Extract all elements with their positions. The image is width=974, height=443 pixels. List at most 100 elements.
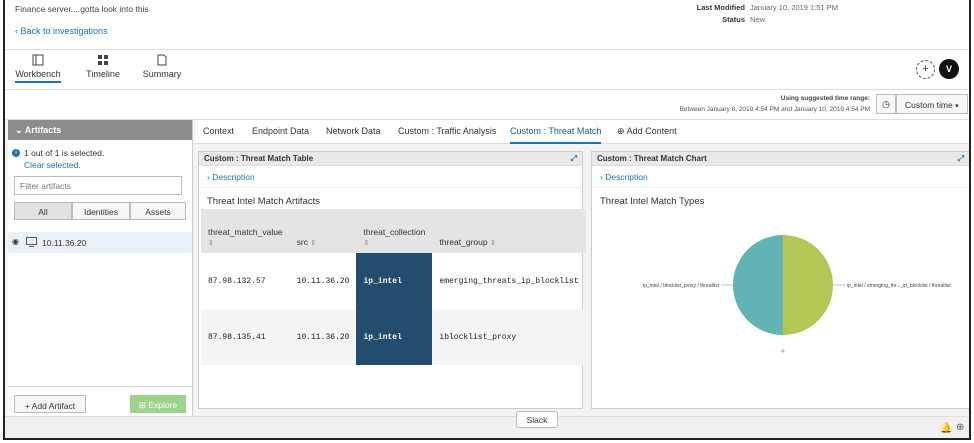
column-header-label: threat_group [439, 237, 488, 247]
pie-slice-label: ip_intel / blocklist_proxy / threatlist [643, 283, 719, 289]
chart-panel-title: Custom : Threat Match Chart ⤢ [592, 152, 969, 166]
sort-icon: ⇕ [489, 240, 496, 247]
filter-artifacts-input[interactable]: Filter artifacts [14, 176, 182, 195]
chevron-left-icon: ‹ [15, 26, 18, 36]
tab-timeline-label: Timeline [86, 69, 120, 79]
table-row[interactable]: 87.98.135.41 10.11.36.20 ip_intel iblock… [201, 309, 586, 365]
chart-description-toggle[interactable]: › Description [592, 166, 969, 188]
column-header[interactable]: threat_match_value ⇕ [201, 209, 290, 253]
column-header[interactable]: threat_collection ⇕ [356, 209, 433, 253]
timeline-icon [98, 55, 108, 65]
tab-threat-match[interactable]: Custom : Threat Match [510, 126, 602, 144]
workbench-icon [32, 54, 44, 66]
artifacts-sidebar: ⌄ Artifacts i 1 out of 1 is selected. Cl… [8, 120, 193, 416]
artifacts-heading[interactable]: ⌄ Artifacts [8, 120, 192, 140]
view-nav: Workbench Timeline Summary + V [5, 50, 969, 90]
chart-description-label: Description [605, 172, 648, 182]
column-header-label: threat_collection [363, 227, 426, 237]
slack-button[interactable]: Slack [516, 411, 558, 428]
table-row[interactable]: 87.98.132.57 10.11.36.20 ip_intel emergi… [201, 253, 586, 309]
pie-slice-label: ip_intel / emerging_thr..._ip_blocklist … [847, 283, 951, 289]
status-value: New [750, 15, 766, 24]
tab-workbench[interactable]: Workbench [15, 54, 61, 83]
tab-timeline[interactable]: Timeline [83, 54, 123, 79]
sort-icon: ⇕ [208, 240, 214, 247]
add-artifact-button[interactable]: + Add Artifact [14, 395, 86, 413]
tab-network-data[interactable]: Network Data [326, 126, 381, 136]
time-range-label: Using suggested time range: [780, 95, 870, 102]
add-content-label: Add Content [626, 126, 677, 136]
segment-assets[interactable]: Assets [130, 202, 186, 220]
tab-add-content[interactable]: ⊕ Add Content [617, 126, 677, 137]
explore-button-label: Explore [148, 400, 178, 410]
table-cell: 87.98.132.57 [208, 276, 266, 286]
zoom-icon[interactable]: ⊕ [956, 422, 964, 433]
table-cell: 10.11.36.20 [289, 309, 357, 365]
segment-identities[interactable]: Identities [72, 202, 130, 220]
table-subtitle: Threat Intel Match Artifacts [207, 196, 320, 207]
table-description-toggle[interactable]: › Description [199, 166, 582, 188]
info-icon: i [12, 149, 20, 157]
tab-summary[interactable]: Summary [139, 54, 185, 79]
pager-dot[interactable] [781, 349, 785, 353]
add-collaborator-button[interactable]: + [916, 60, 935, 79]
table-cell: emerging_threats_ip_blocklist [439, 276, 579, 286]
clear-selected-link[interactable]: Clear selected. [24, 160, 81, 170]
expand-icon[interactable]: ⤢ [958, 154, 964, 164]
table-cell: ip_intel [356, 253, 433, 309]
table-description-label: Description [212, 172, 255, 182]
chevron-right-icon: › [600, 172, 603, 182]
table-cell: 10.11.36.20 [296, 276, 350, 286]
threat-match-table-panel: Custom : Threat Match Table ⤢ › Descript… [198, 151, 586, 409]
sort-icon: ⇕ [363, 240, 370, 247]
chevron-right-icon: › [207, 172, 210, 182]
artifacts-heading-label: Artifacts [24, 125, 62, 135]
back-to-investigations-link[interactable]: ‹ Back to investigations [15, 26, 108, 36]
radio-selected-icon[interactable]: ◉ [12, 237, 19, 246]
last-modified-value: January 10, 2019 1:51 PM [750, 3, 838, 12]
time-range-bar: Using suggested time range: Between Janu… [5, 90, 969, 120]
selection-count-text: 1 out of 1 is selected. [24, 148, 105, 158]
host-icon [26, 237, 37, 247]
content-tabs: Context Endpoint Data Network Data Custo… [195, 120, 969, 144]
expand-icon[interactable]: ⤢ [571, 154, 577, 164]
pie-chart: ip_intel / emerging_thr..._ip_blocklist … [643, 235, 951, 353]
chart-panel-title-text: Custom : Threat Match Chart [597, 154, 707, 163]
user-avatar[interactable]: V [939, 59, 959, 79]
column-header-label: src [296, 237, 309, 247]
table-cell: iblocklist_proxy [432, 309, 586, 365]
status-bar: Slack 🔔 ⊕ [5, 411, 969, 438]
tab-summary-label: Summary [142, 69, 182, 79]
status-label: Status [722, 15, 745, 24]
threat-match-chart-panel: Custom : Threat Match Chart ⤢ › Descript… [591, 151, 969, 409]
column-header[interactable]: src ⇕ [289, 209, 357, 253]
table-cell: ip_intel [356, 309, 433, 365]
artifact-label: 10.11.36.20 [42, 238, 87, 248]
summary-icon [157, 54, 167, 66]
clock-icon[interactable]: ◷ [876, 94, 896, 114]
investigation-title: Finance server....gotta look into this [15, 4, 149, 14]
artifact-row[interactable]: ◉ 10.11.36.20 [8, 232, 192, 253]
pie-slice[interactable] [733, 235, 783, 335]
table-header-row: threat_match_value ⇕ src ⇕ threat_collect… [201, 209, 586, 253]
plus-circle-icon: ⊕ [617, 126, 625, 136]
tab-context[interactable]: Context [203, 126, 234, 136]
sort-icon: ⇕ [310, 240, 317, 247]
sidebar-divider [8, 386, 192, 387]
explore-icon: ⊞ [138, 400, 146, 410]
table-panel-title-text: Custom : Threat Match Table [204, 154, 314, 163]
pie-slice[interactable] [783, 235, 833, 335]
bell-icon[interactable]: 🔔 [940, 423, 952, 434]
tab-workbench-label: Workbench [15, 69, 61, 79]
segment-all[interactable]: All [14, 202, 72, 220]
threat-match-table: threat_match_value ⇕ src ⇕ threat_collect… [201, 209, 586, 365]
column-header[interactable]: threat_group ⇕ [432, 209, 586, 253]
tab-endpoint-data[interactable]: Endpoint Data [252, 126, 309, 136]
tab-traffic-analysis[interactable]: Custom : Traffic Analysis [398, 126, 496, 136]
time-range-text: Between January 8, 2019 4:54 PM and Janu… [679, 106, 870, 113]
chevron-down-icon: ⌄ [15, 125, 23, 135]
app-frame: Finance server....gotta look into this ‹… [3, 0, 971, 440]
caret-down-icon: ▾ [955, 103, 959, 110]
explore-button[interactable]: ⊞ Explore [130, 395, 186, 413]
custom-time-dropdown[interactable]: Custom time ▾ [896, 94, 968, 114]
